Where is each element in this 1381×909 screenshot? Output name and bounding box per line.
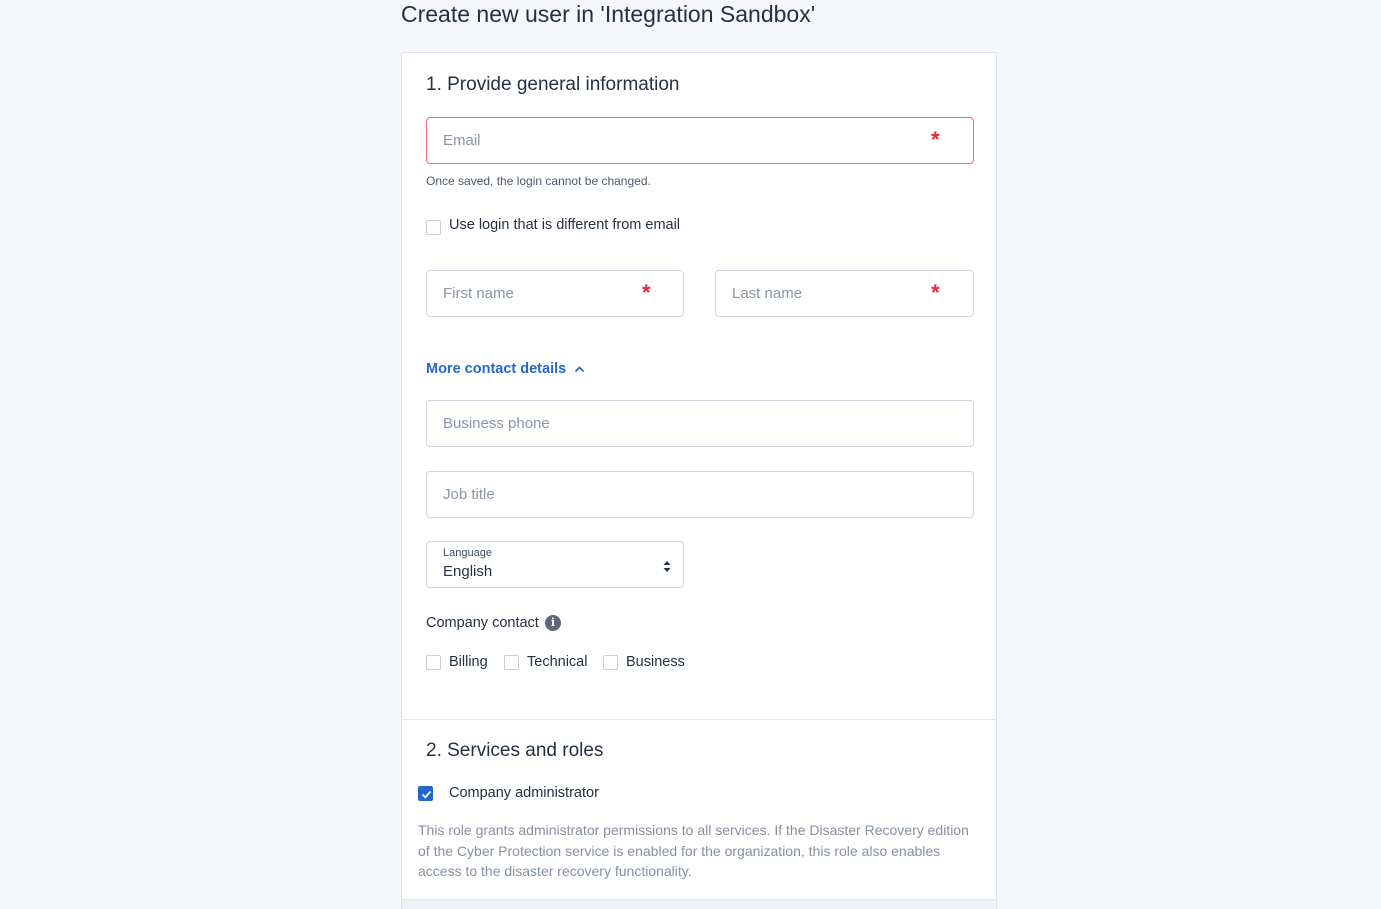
technical-checkbox[interactable] — [504, 655, 519, 670]
section-services-title: 2. Services and roles — [426, 740, 604, 761]
checkmark-icon — [421, 790, 432, 799]
first-name-placeholder: First name — [443, 285, 514, 302]
language-select[interactable]: Language English — [426, 541, 684, 588]
create-user-form-panel: 1. Provide general information Email * O… — [401, 52, 997, 909]
email-placeholder: Email — [443, 132, 481, 149]
company-contact-label: Company contact — [426, 615, 539, 631]
job-title-field[interactable]: Job title — [426, 471, 974, 518]
chevron-up-icon — [574, 360, 585, 378]
first-name-field[interactable]: First name * — [426, 270, 684, 317]
sort-arrows-icon — [663, 559, 671, 577]
company-admin-label[interactable]: Company administrator — [449, 784, 599, 802]
last-name-field[interactable]: Last name * — [715, 270, 974, 317]
section-general-title: 1. Provide general information — [426, 74, 680, 95]
more-contact-details-label: More contact details — [426, 361, 567, 377]
business-phone-field[interactable]: Business phone — [426, 400, 974, 447]
section-divider — [402, 719, 996, 720]
email-helper-text: Once saved, the login cannot be changed. — [426, 174, 651, 188]
use-login-checkbox[interactable] — [426, 220, 441, 235]
more-contact-details-toggle[interactable]: More contact details — [426, 360, 585, 378]
last-name-required-mark: * — [931, 280, 940, 305]
page-title: Create new user in 'Integration Sandbox' — [401, 1, 816, 27]
business-checkbox[interactable] — [603, 655, 618, 670]
last-name-placeholder: Last name — [732, 285, 803, 302]
billing-checkbox[interactable] — [426, 655, 441, 670]
email-field[interactable]: Email * — [426, 117, 974, 164]
language-label: Language — [443, 547, 492, 559]
use-login-label[interactable]: Use login that is different from email — [449, 216, 680, 234]
language-value: English — [443, 563, 493, 580]
email-required-mark: * — [931, 127, 940, 152]
business-label[interactable]: Business — [626, 653, 685, 671]
business-phone-placeholder: Business phone — [443, 415, 550, 432]
billing-label[interactable]: Billing — [449, 653, 488, 671]
company-admin-checkbox[interactable] — [418, 786, 433, 801]
technical-label[interactable]: Technical — [527, 653, 587, 671]
first-name-required-mark: * — [642, 280, 651, 305]
next-section-strip — [402, 899, 996, 909]
info-icon[interactable]: i — [545, 615, 561, 631]
company-admin-description: This role grants administrator permissio… — [418, 822, 969, 879]
job-title-placeholder: Job title — [443, 486, 495, 503]
